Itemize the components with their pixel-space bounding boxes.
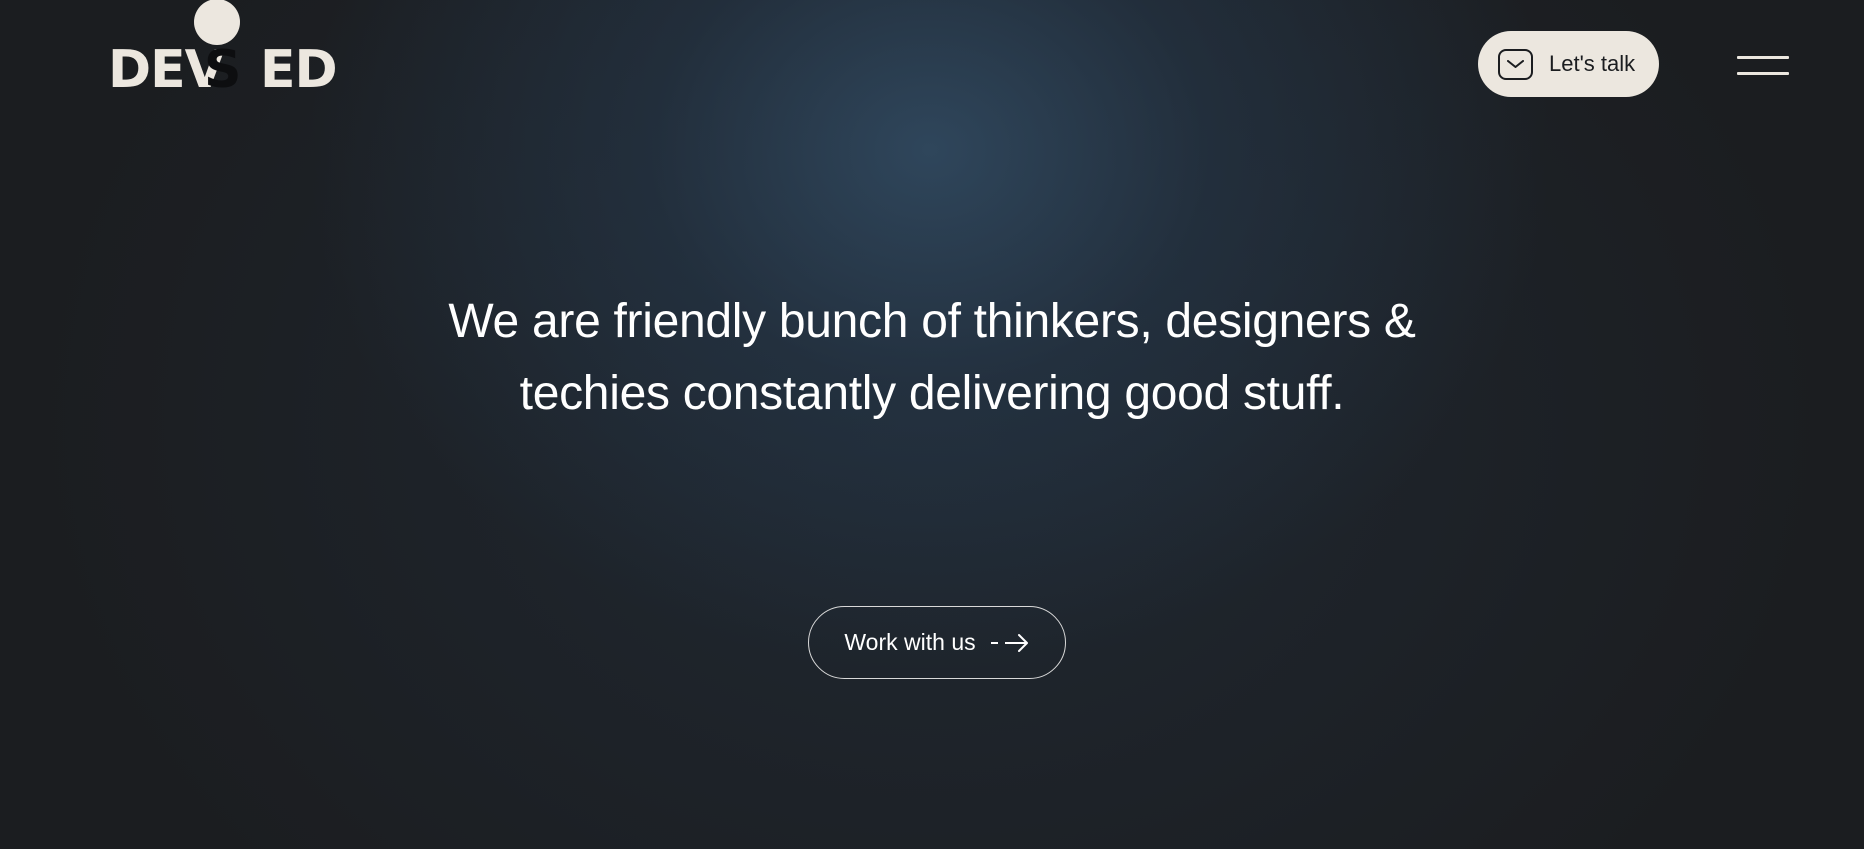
logo-letter-s: S <box>204 40 242 100</box>
work-with-us-label: Work with us <box>844 629 976 655</box>
menu-line-bottom <box>1737 72 1789 75</box>
mail-icon <box>1498 48 1533 80</box>
devsed-logo[interactable]: DEV ED S <box>108 0 338 100</box>
hamburger-menu-icon[interactable] <box>1737 54 1791 78</box>
hero-title: We are friendly bunch of thinkers, desig… <box>448 295 1416 420</box>
lets-talk-label: Let's talk <box>1549 51 1636 76</box>
menu-line-top <box>1737 56 1789 59</box>
arrow-right-icon <box>990 633 1030 653</box>
lets-talk-button[interactable]: Let's talk <box>1478 31 1659 97</box>
logo-dot <box>194 0 240 45</box>
work-with-us-button[interactable]: Work with us <box>808 606 1066 679</box>
